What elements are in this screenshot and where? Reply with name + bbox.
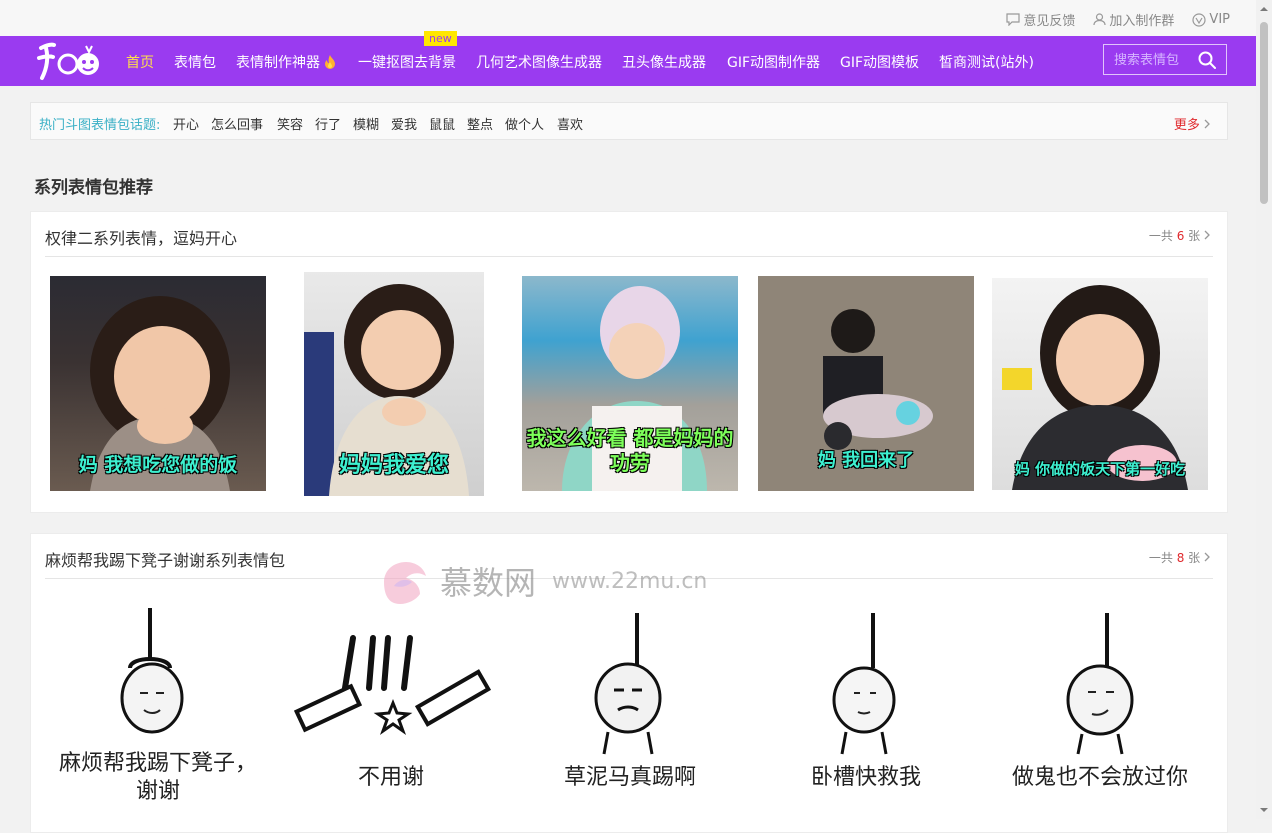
- scrollbar-thumb[interactable]: [1260, 22, 1268, 204]
- thumbnail-caption: 妈 你做的饭天下第一好吃: [1014, 460, 1186, 478]
- watermark-brand: 慕数网: [440, 564, 537, 602]
- nav-iq-test-external[interactable]: 皙商测试(站外): [939, 52, 1034, 72]
- hanging-meme-image: [120, 608, 184, 734]
- top-utility-bar: 意见反馈 加入制作群 VIP: [0, 0, 1256, 36]
- emoji-thumbnail[interactable]: 卧槽快救我: [758, 598, 974, 813]
- thumbnail-caption: 草泥马真踢啊: [563, 765, 696, 790]
- count-prefix: 一共: [1148, 551, 1173, 565]
- series-title[interactable]: 麻烦帮我踢下凳子谢谢系列表情包: [45, 547, 285, 571]
- thumbnail-caption: 妈 我想吃您做的饭: [78, 454, 238, 476]
- scroll-up-icon[interactable]: [1256, 2, 1272, 16]
- kicked-stool-meme-image: [293, 635, 492, 735]
- nav-emoji-packs[interactable]: 表情包: [174, 52, 216, 72]
- thumbnail-caption: 做鬼也不会放过你: [1011, 765, 1188, 790]
- hot-topic-item[interactable]: 模糊: [353, 114, 379, 133]
- hanging-meme-image: [1066, 613, 1134, 755]
- count-suffix: 张: [1188, 551, 1201, 565]
- more-label: 更多: [1173, 118, 1200, 133]
- emoji-thumbnail[interactable]: 妈 你做的饭天下第一好吃: [992, 278, 1208, 490]
- emoji-thumbnail[interactable]: 麻烦帮我踢下凳子，谢谢: [50, 598, 266, 813]
- search-input[interactable]: [1112, 50, 1202, 70]
- watermark: 慕数网 www.22mu.cn: [376, 556, 707, 606]
- emoji-thumbnail[interactable]: 不用谢: [288, 598, 494, 813]
- hanging-meme-image: [832, 613, 896, 755]
- hot-topic-item[interactable]: 开心: [173, 114, 199, 133]
- scrollbar[interactable]: [1256, 0, 1272, 819]
- vip-icon: [1192, 12, 1207, 27]
- emoji-thumbnail[interactable]: 妈妈我爱您: [304, 272, 484, 496]
- hot-topic-item[interactable]: 笑容: [277, 114, 303, 133]
- thumbnail-caption: 麻烦帮我踢下凳子，谢谢: [58, 751, 257, 804]
- hot-topics-more-link[interactable]: 更多: [1174, 114, 1211, 133]
- hot-topics-label: 热门斗图表情包话题:: [39, 118, 161, 133]
- thumbnail-caption: 我这么好看 都是妈妈的功劳: [526, 426, 734, 475]
- emoji-thumbnail[interactable]: 妈 我想吃您做的饭: [50, 276, 266, 491]
- series-count[interactable]: 一共 8 张: [1149, 549, 1211, 566]
- child-photo-image: [1002, 285, 1188, 490]
- nav-ugly-avatar-generator[interactable]: 丑头像生成器: [622, 52, 706, 72]
- feedback-link[interactable]: 意见反馈: [1006, 10, 1075, 29]
- nav-geometric-art-generator[interactable]: 几何艺术图像生成器: [476, 52, 602, 72]
- vip-link[interactable]: VIP: [1192, 10, 1230, 29]
- nav-gif-maker[interactable]: GIF动图制作器: [727, 52, 820, 72]
- emoji-thumbnail[interactable]: 妈 我回来了: [758, 276, 974, 491]
- thumbnail-caption: 妈妈我爱您: [338, 453, 449, 478]
- nav-emoji-maker-label: 表情制作神器: [236, 55, 320, 71]
- hot-topic-item[interactable]: 爱我: [391, 114, 417, 133]
- feedback-icon: [1006, 13, 1020, 26]
- join-group-link[interactable]: 加入制作群: [1093, 10, 1174, 29]
- scroll-down-icon[interactable]: [1256, 803, 1272, 817]
- nav-remove-background[interactable]: 一键抠图去背景: [358, 52, 456, 72]
- series-title[interactable]: 权律二系列表情，逗妈开心: [45, 225, 237, 249]
- thumbnail-caption: 妈 我回来了: [817, 450, 915, 471]
- join-group-label: 加入制作群: [1109, 14, 1175, 29]
- hot-topic-item[interactable]: 怎么回事: [211, 114, 263, 133]
- hanging-meme-image: [594, 613, 662, 755]
- chevron-right-icon: [1204, 230, 1210, 240]
- watermark-url: www.22mu.cn: [552, 568, 708, 594]
- new-badge: new: [424, 31, 457, 46]
- fire-icon: [325, 55, 336, 69]
- site-logo[interactable]: [36, 40, 102, 82]
- series-count[interactable]: 一共 6 张: [1149, 227, 1211, 244]
- hot-topics-bar: 热门斗图表情包话题: 开心 怎么回事 笑容 行了 模糊 爱我 鼠鼠 整点 做个人…: [30, 102, 1228, 140]
- nav-home[interactable]: 首页: [126, 52, 154, 72]
- search-box: [1103, 44, 1227, 75]
- thumbnail-caption: 不用谢: [357, 765, 424, 790]
- emoji-thumbnail[interactable]: 做鬼也不会放过你: [992, 598, 1208, 813]
- hot-topic-item[interactable]: 行了: [315, 114, 341, 133]
- count-number: 8: [1176, 551, 1185, 565]
- emoji-thumbnail[interactable]: 草泥马真踢啊: [522, 598, 738, 813]
- chevron-right-icon: [1204, 119, 1210, 129]
- count-prefix: 一共: [1148, 229, 1173, 243]
- hot-topic-item[interactable]: 鼠鼠: [429, 114, 455, 133]
- divider: [45, 256, 1213, 257]
- hot-topic-item[interactable]: 喜欢: [557, 114, 583, 133]
- vip-label: VIP: [1209, 12, 1230, 27]
- thumbnail-caption: 卧槽快救我: [810, 765, 921, 790]
- watermark-logo-icon: [384, 562, 426, 604]
- count-suffix: 张: [1188, 229, 1201, 243]
- feedback-label: 意见反馈: [1023, 14, 1076, 29]
- nav-gif-templates[interactable]: GIF动图模板: [840, 52, 919, 72]
- chevron-right-icon: [1204, 552, 1210, 562]
- utility-links: 意见反馈 加入制作群 VIP: [1006, 10, 1230, 29]
- hot-topic-item[interactable]: 做个人: [505, 114, 544, 133]
- count-number: 6: [1176, 229, 1185, 243]
- emoji-thumbnail[interactable]: 我这么好看 都是妈妈的功劳: [522, 276, 738, 491]
- nav-emoji-maker[interactable]: 表情制作神器: [236, 52, 336, 72]
- section-title: 系列表情包推荐: [34, 178, 153, 198]
- user-icon: [1093, 13, 1107, 26]
- search-icon[interactable]: [1198, 51, 1216, 69]
- hot-topic-item[interactable]: 整点: [467, 114, 493, 133]
